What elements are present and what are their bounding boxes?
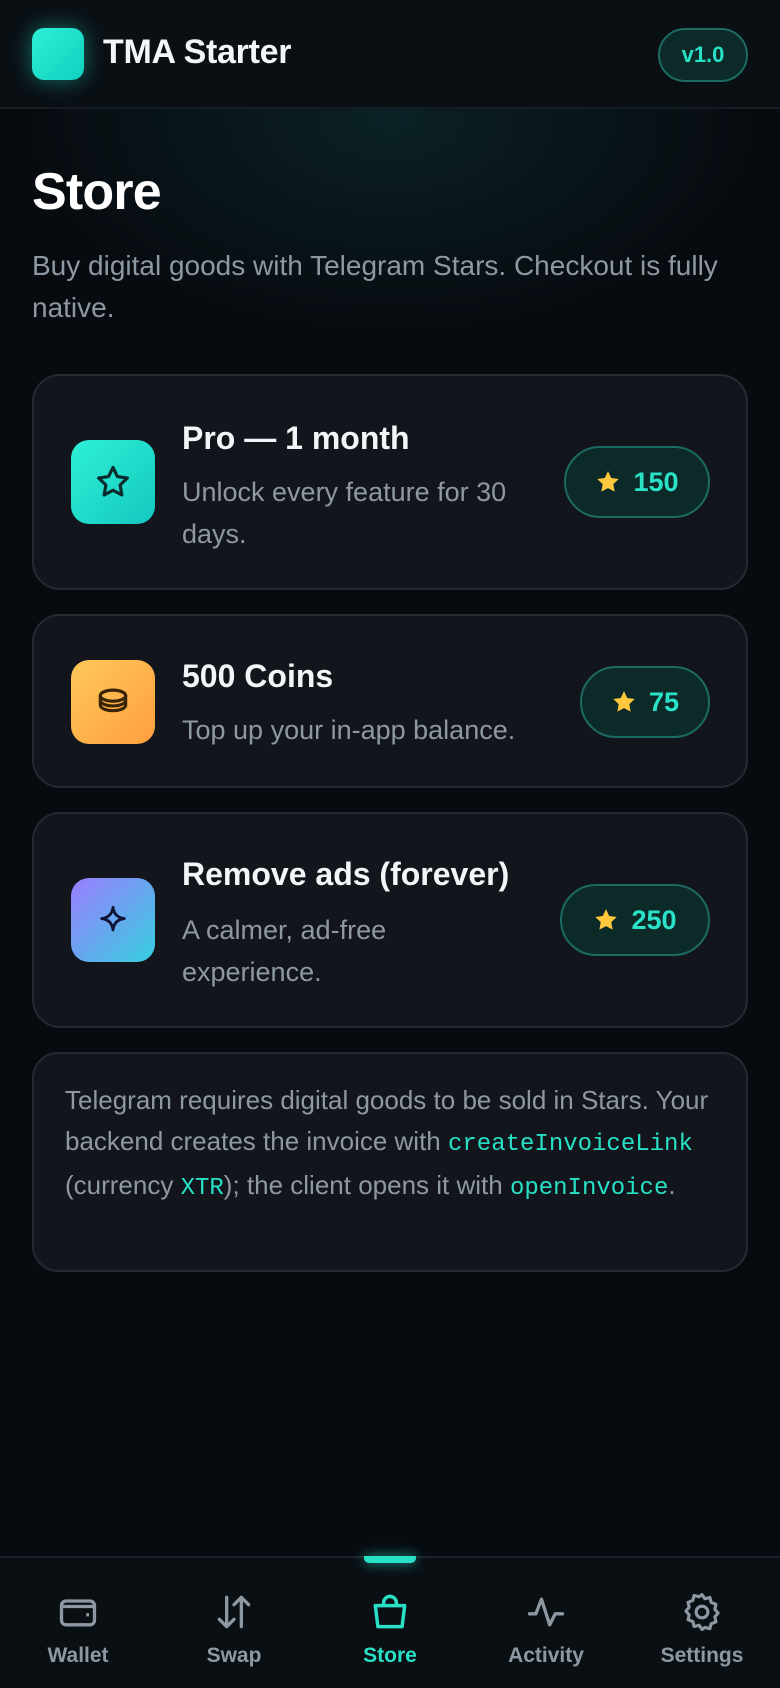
code-create-invoice-link: createInvoiceLink [448,1131,693,1158]
app-root: TMA Starter v1.0 Store Buy digital goods… [0,0,780,1688]
product-card-remove-ads: Remove ads (forever) A calmer, ad-free e… [32,812,748,1028]
shopping-bag-icon [373,1594,407,1629]
nav-tab-swap[interactable]: Swap [156,1558,312,1688]
star-icon [597,471,620,492]
nav-tab-wallet[interactable]: Wallet [0,1558,156,1688]
buy-button-remove-ads[interactable]: 250 [560,884,710,956]
nav-label: Settings [660,1644,744,1667]
nav-tab-store[interactable]: Store [312,1558,468,1688]
info-note: Telegram requires digital goods to be so… [32,1052,748,1272]
price-value: 75 [648,686,680,717]
product-description: Top up your in-app balance. [182,715,516,745]
note-text: (currency [65,1170,181,1200]
product-description: Unlock every feature for 30 days. [182,477,507,549]
price-value: 250 [631,904,677,935]
star-icon [595,909,618,930]
version-badge: v1.0 [658,28,748,82]
star-icon [613,691,635,712]
product-name: Remove ads (forever) [182,856,510,892]
app-logo [32,28,84,80]
coins-icon [71,660,155,744]
sparkle-icon [71,878,155,962]
product-card-coins: 500 Coins Top up your in-app balance. 75 [32,614,748,788]
price-value: 150 [633,466,679,497]
nav-label: Activity [508,1644,584,1667]
buy-button-pro[interactable]: 150 [564,446,710,518]
note-text: ); the client opens it with [223,1170,510,1200]
star-icon [71,440,155,524]
nav-tab-activity[interactable]: Activity [468,1558,624,1688]
activity-icon [527,1597,565,1627]
wallet-icon [59,1599,97,1627]
product-name: 500 Coins [182,658,334,694]
product-name: Pro — 1 month [182,420,410,456]
product-description: A calmer, ad-free experience. [182,915,387,987]
swap-icon [217,1595,251,1629]
nav-label: Swap [206,1644,262,1667]
gear-icon [684,1593,720,1631]
page-subtitle: Buy digital goods with Telegram Stars. C… [32,250,718,323]
app-title: TMA Starter [103,33,292,71]
code-open-invoice: openInvoice [509,1175,669,1202]
note-text: . [668,1170,676,1200]
code-currency: XTR [180,1175,224,1202]
buy-button-coins[interactable]: 75 [580,666,710,738]
page-title: Store [32,163,162,221]
nav-label: Wallet [47,1644,109,1667]
app-header: TMA Starter v1.0 [0,0,780,109]
nav-label: Store [363,1644,417,1667]
nav-tab-settings[interactable]: Settings [624,1558,780,1688]
bottom-nav: Wallet Swap Store Activity Settings [0,1556,780,1688]
product-card-pro: Pro — 1 month Unlock every feature for 3… [32,374,748,590]
